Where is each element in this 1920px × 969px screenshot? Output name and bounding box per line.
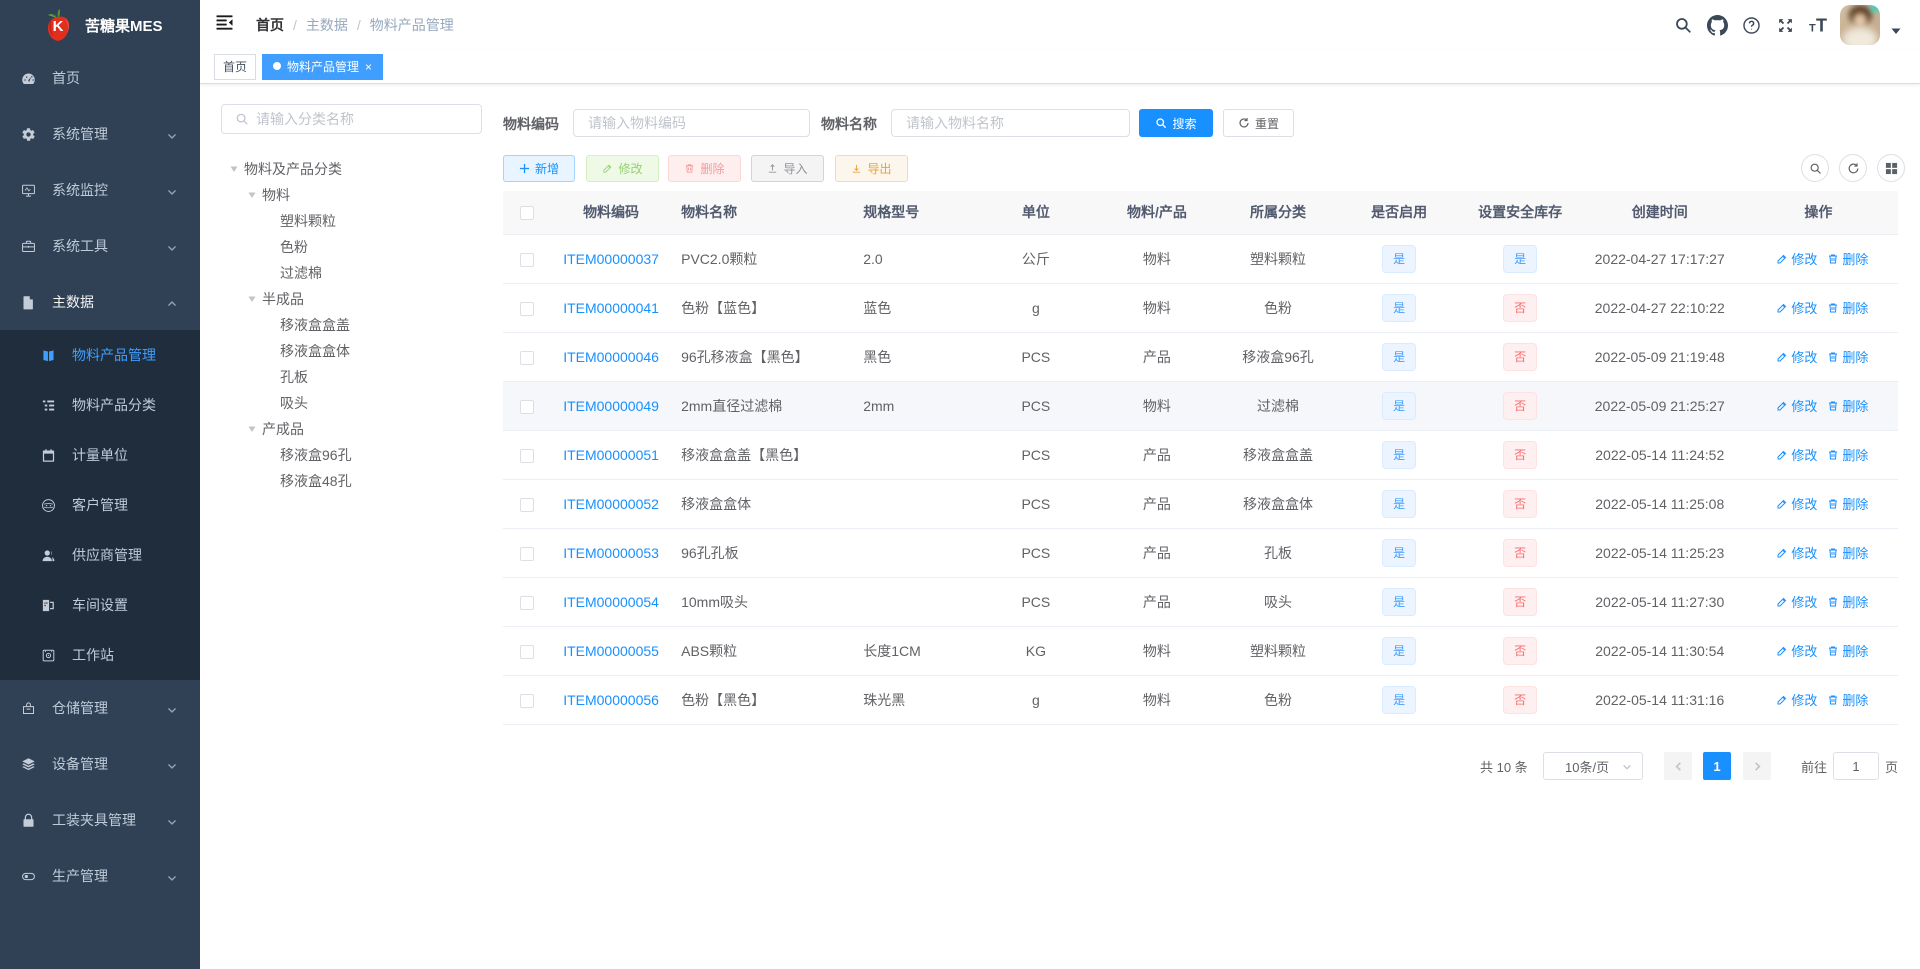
svg-text:K: K <box>53 18 64 35</box>
svg-text:29: 29 <box>44 600 48 604</box>
svg-text:T: T <box>1816 16 1827 36</box>
svg-text:T: T <box>1809 23 1816 35</box>
